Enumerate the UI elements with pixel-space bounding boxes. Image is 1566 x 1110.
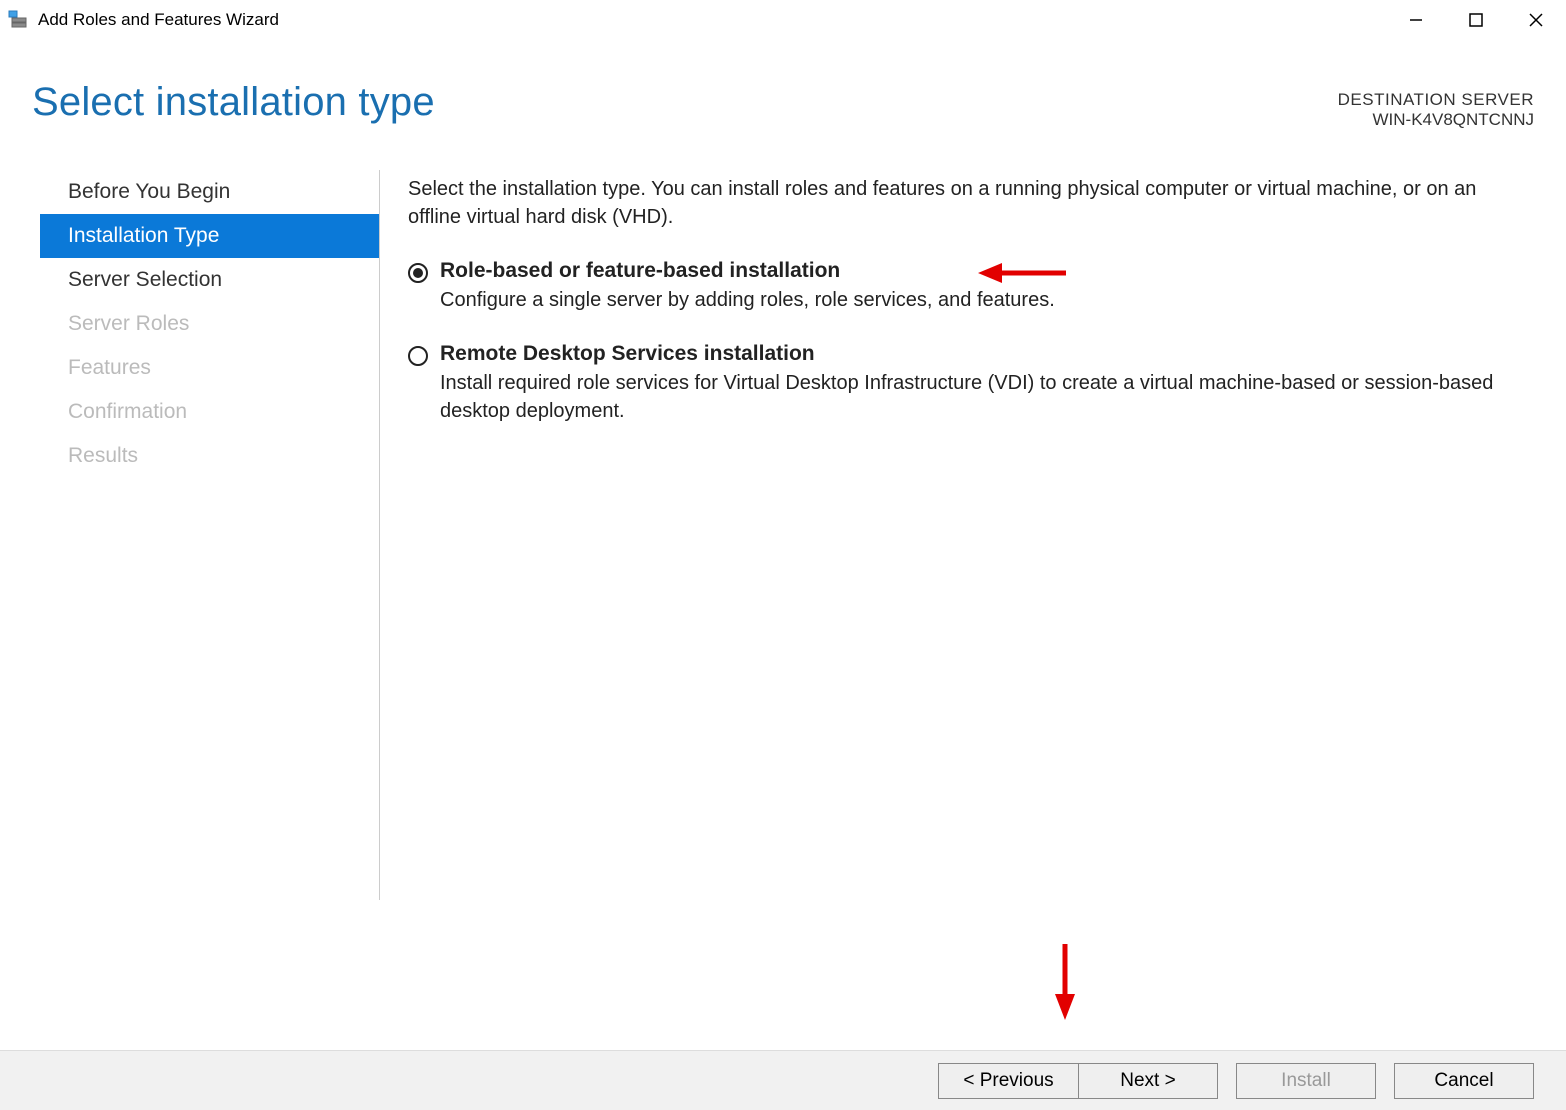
- wizard-body: Before You Begin Installation Type Serve…: [0, 130, 1566, 980]
- radio-text-block: Remote Desktop Services installation Ins…: [440, 342, 1530, 425]
- destination-server-label: DESTINATION SERVER: [1338, 90, 1534, 110]
- radio-indicator-icon: [408, 346, 428, 366]
- step-installation-type[interactable]: Installation Type: [40, 214, 379, 258]
- radio-role-based-desc: Configure a single server by adding role…: [440, 286, 1530, 314]
- minimize-button[interactable]: [1386, 0, 1446, 40]
- server-manager-icon: [8, 10, 28, 30]
- wizard-footer: < Previous Next > Install Cancel: [0, 1050, 1566, 1110]
- window-title: Add Roles and Features Wizard: [38, 10, 279, 30]
- close-button[interactable]: [1506, 0, 1566, 40]
- next-button[interactable]: Next >: [1078, 1063, 1218, 1099]
- destination-server-block: DESTINATION SERVER WIN-K4V8QNTCNNJ: [1338, 80, 1534, 130]
- step-server-selection[interactable]: Server Selection: [40, 258, 379, 302]
- destination-server-value: WIN-K4V8QNTCNNJ: [1338, 110, 1534, 130]
- intro-text: Select the installation type. You can in…: [408, 175, 1530, 231]
- step-before-you-begin[interactable]: Before You Begin: [40, 170, 379, 214]
- annotation-arrow-icon: [1053, 944, 1077, 1025]
- window-controls: [1386, 0, 1566, 40]
- titlebar: Add Roles and Features Wizard: [0, 0, 1566, 40]
- annotation-arrow-icon: [978, 261, 1068, 285]
- radio-remote-desktop-title: Remote Desktop Services installation: [440, 342, 1530, 366]
- header: Select installation type DESTINATION SER…: [0, 40, 1566, 130]
- radio-remote-desktop[interactable]: Remote Desktop Services installation Ins…: [408, 342, 1530, 425]
- step-features: Features: [40, 346, 379, 390]
- page-title: Select installation type: [32, 80, 435, 125]
- install-button: Install: [1236, 1063, 1376, 1099]
- cancel-button[interactable]: Cancel: [1394, 1063, 1534, 1099]
- radio-indicator-icon: [408, 263, 428, 283]
- wizard-steps-sidebar: Before You Begin Installation Type Serve…: [0, 170, 380, 900]
- wizard-content: Select the installation type. You can in…: [380, 170, 1566, 980]
- previous-button[interactable]: < Previous: [938, 1063, 1078, 1099]
- radio-remote-desktop-desc: Install required role services for Virtu…: [440, 369, 1530, 425]
- step-confirmation: Confirmation: [40, 390, 379, 434]
- step-server-roles: Server Roles: [40, 302, 379, 346]
- step-results: Results: [40, 434, 379, 478]
- nav-button-group: < Previous Next >: [938, 1063, 1218, 1099]
- maximize-button[interactable]: [1446, 0, 1506, 40]
- radio-role-based[interactable]: Role-based or feature-based installation…: [408, 259, 1530, 314]
